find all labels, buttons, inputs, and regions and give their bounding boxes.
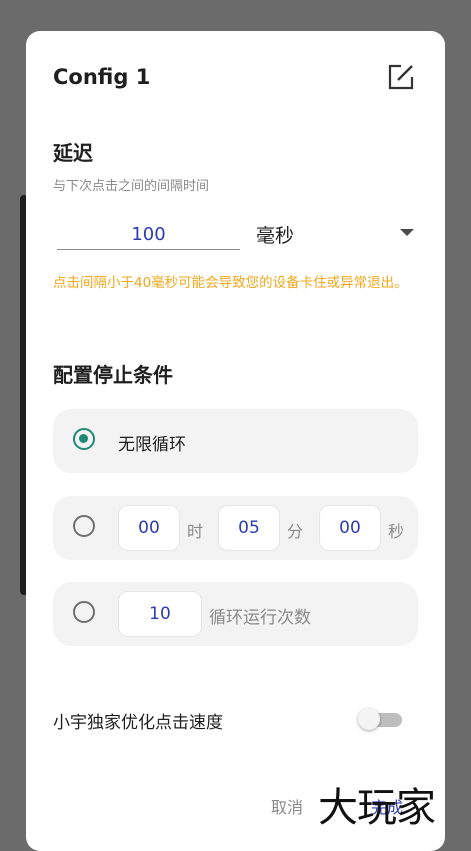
delay-unit-dropdown[interactable]: 毫秒 [254,217,416,249]
config-dialog: Config 1 延迟 与下次点击之间的间隔时间 毫秒 点击间隔小于40毫秒可能… [26,31,445,851]
delay-input[interactable] [57,219,240,250]
seconds-input[interactable]: 00 [319,505,381,551]
minutes-unit: 分 [287,522,304,541]
delay-description: 与下次点击之间的间隔时间 [53,179,210,194]
hours-unit: 时 [187,522,204,541]
minutes-input[interactable]: 05 [218,505,280,551]
watermark-logo: 大玩家 [318,785,436,831]
cancel-button[interactable]: 取消 [271,794,303,818]
edit-icon[interactable] [387,63,415,91]
stop-option-infinite-label: 无限循环 [118,435,186,455]
radio-duration[interactable] [73,515,95,537]
seconds-unit: 秒 [388,522,405,541]
delay-unit-label: 毫秒 [256,225,295,247]
hours-input[interactable]: 00 [118,505,180,551]
loops-label: 循环运行次数 [209,608,311,628]
delay-section-title: 延迟 [53,141,93,165]
stop-option-loops[interactable]: 10 循环运行次数 [53,582,418,646]
stop-option-duration[interactable]: 00 时 05 分 00 秒 [53,496,418,560]
delay-warning: 点击间隔小于40毫秒可能会导致您的设备卡住或异常退出。 [53,275,408,291]
radio-infinite[interactable] [73,428,95,450]
stop-section-title: 配置停止条件 [53,363,173,387]
dialog-title: Config 1 [53,65,151,89]
optimize-speed-label: 小宇独家优化点击速度 [53,713,223,733]
chevron-down-icon [400,229,414,236]
radio-loops[interactable] [73,601,95,623]
optimize-speed-toggle[interactable] [358,708,404,730]
stop-option-infinite[interactable]: 无限循环 [53,409,418,473]
loops-input[interactable]: 10 [118,591,202,637]
